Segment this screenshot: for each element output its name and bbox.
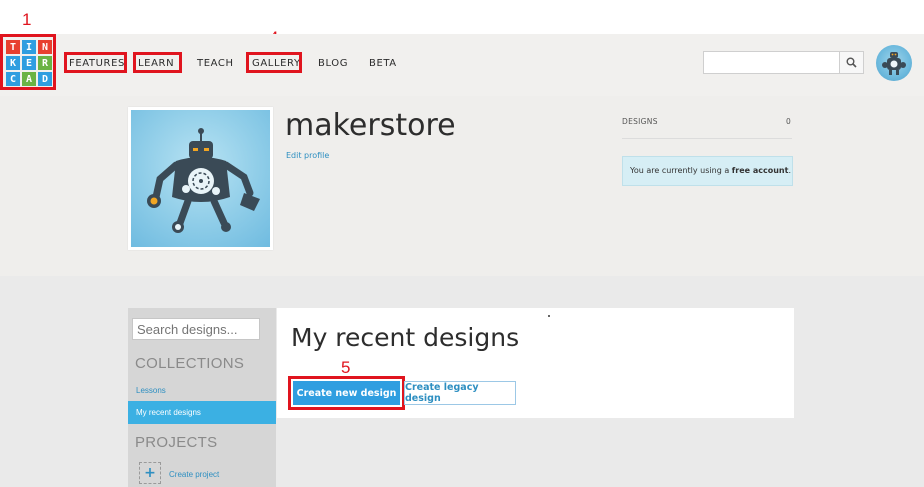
edit-profile-link[interactable]: Edit profile bbox=[286, 151, 329, 160]
annotation-box-4 bbox=[246, 52, 302, 73]
designs-count-label: DESIGNS bbox=[622, 117, 658, 126]
plus-icon[interactable]: + bbox=[139, 462, 161, 484]
annotation-box-5 bbox=[288, 376, 405, 410]
create-project-link[interactable]: Create project bbox=[169, 470, 219, 479]
nav-teach[interactable]: TEACH bbox=[197, 58, 234, 70]
designs-count-value: 0 bbox=[786, 117, 791, 126]
projects-heading: PROJECTS bbox=[135, 434, 218, 451]
annotation-box-1 bbox=[0, 34, 56, 90]
profile-avatar bbox=[128, 107, 273, 250]
robot-avatar-icon bbox=[882, 52, 906, 75]
annotation-box-3 bbox=[133, 52, 182, 73]
search-designs-input[interactable] bbox=[132, 318, 260, 340]
nav-blog[interactable]: BLOG bbox=[318, 58, 348, 70]
profile-username: makerstore bbox=[285, 108, 456, 143]
header-search-button[interactable] bbox=[839, 51, 864, 74]
create-legacy-design-button[interactable]: Create legacy design bbox=[404, 381, 516, 405]
sidebar-item-lessons[interactable]: Lessons bbox=[136, 386, 166, 395]
annotation-5: 5 bbox=[341, 358, 351, 377]
annotation-box-2 bbox=[64, 52, 127, 73]
designs-divider bbox=[622, 138, 792, 139]
nav-beta[interactable]: BETA bbox=[369, 58, 397, 70]
user-avatar[interactable] bbox=[876, 45, 912, 81]
header-search-input[interactable] bbox=[703, 51, 840, 74]
panel-dot bbox=[548, 315, 550, 317]
sidebar-item-recent-designs[interactable]: My recent designs bbox=[128, 401, 276, 424]
account-status-box: You are currently using a free account. bbox=[622, 156, 793, 186]
annotation-1: 1 bbox=[22, 10, 32, 29]
robot-illustration-icon bbox=[146, 127, 260, 233]
account-type: free account bbox=[731, 166, 789, 175]
account-status-suffix: . bbox=[788, 166, 791, 175]
collections-heading: COLLECTIONS bbox=[135, 355, 245, 372]
panel-title: My recent designs bbox=[291, 323, 520, 352]
account-status-prefix: You are currently using a bbox=[630, 166, 732, 175]
search-icon bbox=[846, 57, 857, 68]
